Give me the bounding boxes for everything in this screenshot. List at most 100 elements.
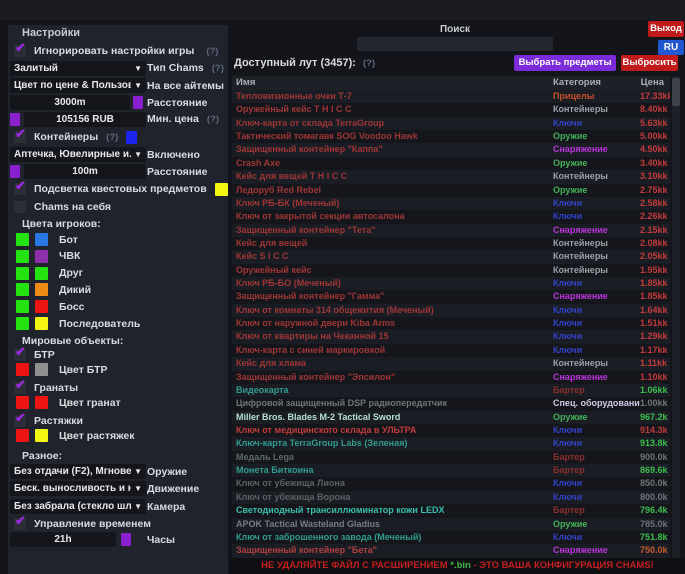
container-distance-input[interactable]: 100m (24, 164, 146, 179)
loot-row[interactable]: ВидеокартаБартер1.06kk (232, 384, 670, 397)
player-visible-color-swatch[interactable] (16, 300, 29, 313)
loot-row[interactable]: Кейс S I C CКонтейнеры2.05kk (232, 250, 670, 263)
player-visible-color-swatch[interactable] (16, 317, 29, 330)
containers-color-swatch[interactable] (126, 131, 137, 144)
min-price-color-swatch[interactable] (10, 113, 20, 126)
loot-row[interactable]: Ключ-карта с синей маркировкойКлючи1.17k… (232, 344, 670, 357)
grenade-color-swatch-2[interactable] (35, 396, 48, 409)
containers-checkbox[interactable]: ✔ (14, 131, 26, 143)
loot-row[interactable]: Оружейный кейс T H I C CКонтейнеры8.40kk (232, 103, 670, 116)
container-types-dropdown[interactable]: Аптечка, Ювелирные и... ▼ (10, 147, 146, 162)
color-mode-dropdown[interactable]: Цвет по цене & Пользователь ▼ (10, 78, 146, 93)
discard-all-button[interactable]: Выбросить все (621, 55, 678, 71)
hours-color-swatch[interactable] (121, 533, 131, 546)
search-input[interactable] (357, 37, 553, 51)
loot-row[interactable]: Ключ-карта TerraGroup Labs (Зеленая)Ключ… (232, 437, 670, 450)
time-control-checkbox[interactable]: ✔ (14, 518, 26, 530)
loot-row[interactable]: Ключ от медицинского склада в УЛЬТРАКлюч… (232, 424, 670, 437)
hours-input[interactable]: 21h (10, 532, 116, 547)
loot-row[interactable]: Тепловизионные очки Т-7Прицелы17.33kk (232, 90, 670, 103)
check-icon: ✔ (15, 40, 26, 56)
btr-color-swatch-1[interactable] (16, 363, 29, 376)
loot-row[interactable]: Ключ от убежища ВоронаКлючи800.0k (232, 491, 670, 504)
loot-row[interactable]: Crash AxeОружие3.40kk (232, 157, 670, 170)
player-visible-color-swatch[interactable] (16, 250, 29, 263)
loot-row[interactable]: Тактический томагавк SOG Voodoo HawkОруж… (232, 130, 670, 143)
ignore-settings-checkbox[interactable]: ✔ (14, 45, 26, 57)
loot-row[interactable]: Оружейный кейсКонтейнеры1.95kk (232, 264, 670, 277)
column-price[interactable]: Цена (640, 76, 670, 90)
player-hidden-color-swatch[interactable] (35, 283, 48, 296)
player-hidden-color-swatch[interactable] (35, 267, 48, 280)
loot-row[interactable]: Ключ от наружной двери Kiba ArmsКлючи1.5… (232, 317, 670, 330)
grenade-color-swatch-1[interactable] (16, 396, 29, 409)
min-price-input[interactable]: 105156 RUB (24, 112, 146, 127)
distance-input[interactable]: 3000m (10, 95, 130, 110)
grenades-checkbox[interactable]: ✔ (14, 382, 26, 394)
loot-row[interactable]: APOK Tactical Wasteland GladiusОружие785… (232, 518, 670, 531)
loot-row[interactable]: Медаль LegaБартер900.0k (232, 451, 670, 464)
loot-row[interactable]: Кейс для вещейКонтейнеры2.08kk (232, 237, 670, 250)
quest-highlight-checkbox[interactable]: ✔ (14, 183, 26, 195)
help-icon[interactable]: (?) (207, 114, 219, 125)
item-name: Оружейный кейс T H I C C (232, 103, 553, 116)
tripwire-color-label: Цвет растяжек (59, 430, 135, 442)
loot-row[interactable]: Ключ от убежища ЛионаКлючи850.0k (232, 477, 670, 490)
help-icon[interactable]: (?) (106, 132, 118, 143)
player-hidden-color-swatch[interactable] (35, 300, 48, 313)
color-mode-label: На все айтемы (147, 80, 224, 92)
loot-row[interactable]: Кейс для вещей T H I C CКонтейнеры3.10kk (232, 170, 670, 183)
loot-row[interactable]: Защищенный контейнер "Гамма"Снаряжение1.… (232, 290, 670, 303)
player-color-label: Бот (59, 234, 78, 246)
self-chams-checkbox[interactable] (14, 201, 26, 213)
loot-row[interactable]: Ключ от комнаты 314 общежития (Меченый)К… (232, 304, 670, 317)
chams-type-dropdown[interactable]: Залитый ▼ (10, 61, 146, 76)
loot-row[interactable]: Ключ РБ-БО (Меченый)Ключи1.85kk (232, 277, 670, 290)
player-hidden-color-swatch[interactable] (35, 317, 48, 330)
loot-row[interactable]: Защищенный контейнер "Тета"Снаряжение2.1… (232, 224, 670, 237)
weapon-dropdown[interactable]: Без отдачи (F2), Мгновенное п ▼ (10, 464, 146, 479)
loot-row[interactable]: Ключ от заброшенного завода (Меченый)Клю… (232, 531, 670, 544)
loot-row[interactable]: Ключ РБ-БК (Меченый)Ключи2.58kk (232, 197, 670, 210)
movement-dropdown[interactable]: Беск. выносливость и нет уста ▼ (10, 481, 146, 496)
help-icon[interactable]: (?) (363, 58, 375, 69)
item-name: Ключ от убежища Лиона (232, 477, 553, 490)
tripwire-color-swatch-1[interactable] (16, 429, 29, 442)
loot-row[interactable]: Ключ от квартиры на Чеканной 15Ключи1.29… (232, 330, 670, 343)
help-icon[interactable]: (?) (206, 46, 218, 57)
player-visible-color-swatch[interactable] (16, 233, 29, 246)
loot-row[interactable]: Монета БиткоинаБартер869.6k (232, 464, 670, 477)
help-icon[interactable]: (?) (212, 63, 224, 74)
loot-row[interactable]: Светодиодный трансиллюминатор кожи LEDXБ… (232, 504, 670, 517)
camera-dropdown[interactable]: Без забрала (стекло шлема) ▼ (10, 499, 146, 514)
btr-color-swatch-2[interactable] (35, 363, 48, 376)
loot-row[interactable]: Защищенный контейнер "Эпсилон"Снаряжение… (232, 371, 670, 384)
exit-button[interactable]: Выход (648, 21, 684, 37)
column-name[interactable]: Имя (232, 76, 553, 90)
loot-row[interactable]: Цифровой защищенный DSP радиопередатчикС… (232, 397, 670, 410)
select-kappa-button[interactable]: Выбрать предметы каппа (514, 55, 616, 71)
btr-checkbox[interactable]: ✔ (14, 349, 26, 361)
distance-color-swatch[interactable] (133, 96, 143, 109)
player-visible-color-swatch[interactable] (16, 283, 29, 296)
player-hidden-color-swatch[interactable] (35, 233, 48, 246)
loot-row[interactable]: Ключ-карта от склада TerraGroupКлючи5.63… (232, 117, 670, 130)
language-button[interactable]: RU (658, 40, 684, 55)
player-hidden-color-swatch[interactable] (35, 250, 48, 263)
loot-row[interactable]: Ключ от закрытой секции автосалонаКлючи2… (232, 210, 670, 223)
loot-row[interactable]: Кейс для хламаКонтейнеры1.11kk (232, 357, 670, 370)
loot-row[interactable]: Защищенный контейнер "Бета"Снаряжение750… (232, 544, 670, 557)
column-category[interactable]: Категория (553, 76, 640, 90)
player-colors-title: Цвета игроков: (22, 218, 101, 230)
item-category: Снаряжение (553, 224, 640, 237)
loot-row[interactable]: Ледоруб Red RebelОружие2.75kk (232, 184, 670, 197)
loot-row[interactable]: Защищенный контейнер "Каппа"Снаряжение4.… (232, 143, 670, 156)
quest-highlight-color-swatch[interactable] (215, 183, 228, 196)
player-visible-color-swatch[interactable] (16, 267, 29, 280)
tripwire-color-swatch-2[interactable] (35, 429, 48, 442)
loot-row[interactable]: Miller Bros. Blades M-2 Tactical SwordОр… (232, 411, 670, 424)
tripwires-checkbox[interactable]: ✔ (14, 415, 26, 427)
table-scrollbar[interactable] (672, 76, 680, 558)
container-distance-color-swatch[interactable] (10, 165, 20, 178)
table-scrollbar-thumb[interactable] (672, 78, 680, 106)
